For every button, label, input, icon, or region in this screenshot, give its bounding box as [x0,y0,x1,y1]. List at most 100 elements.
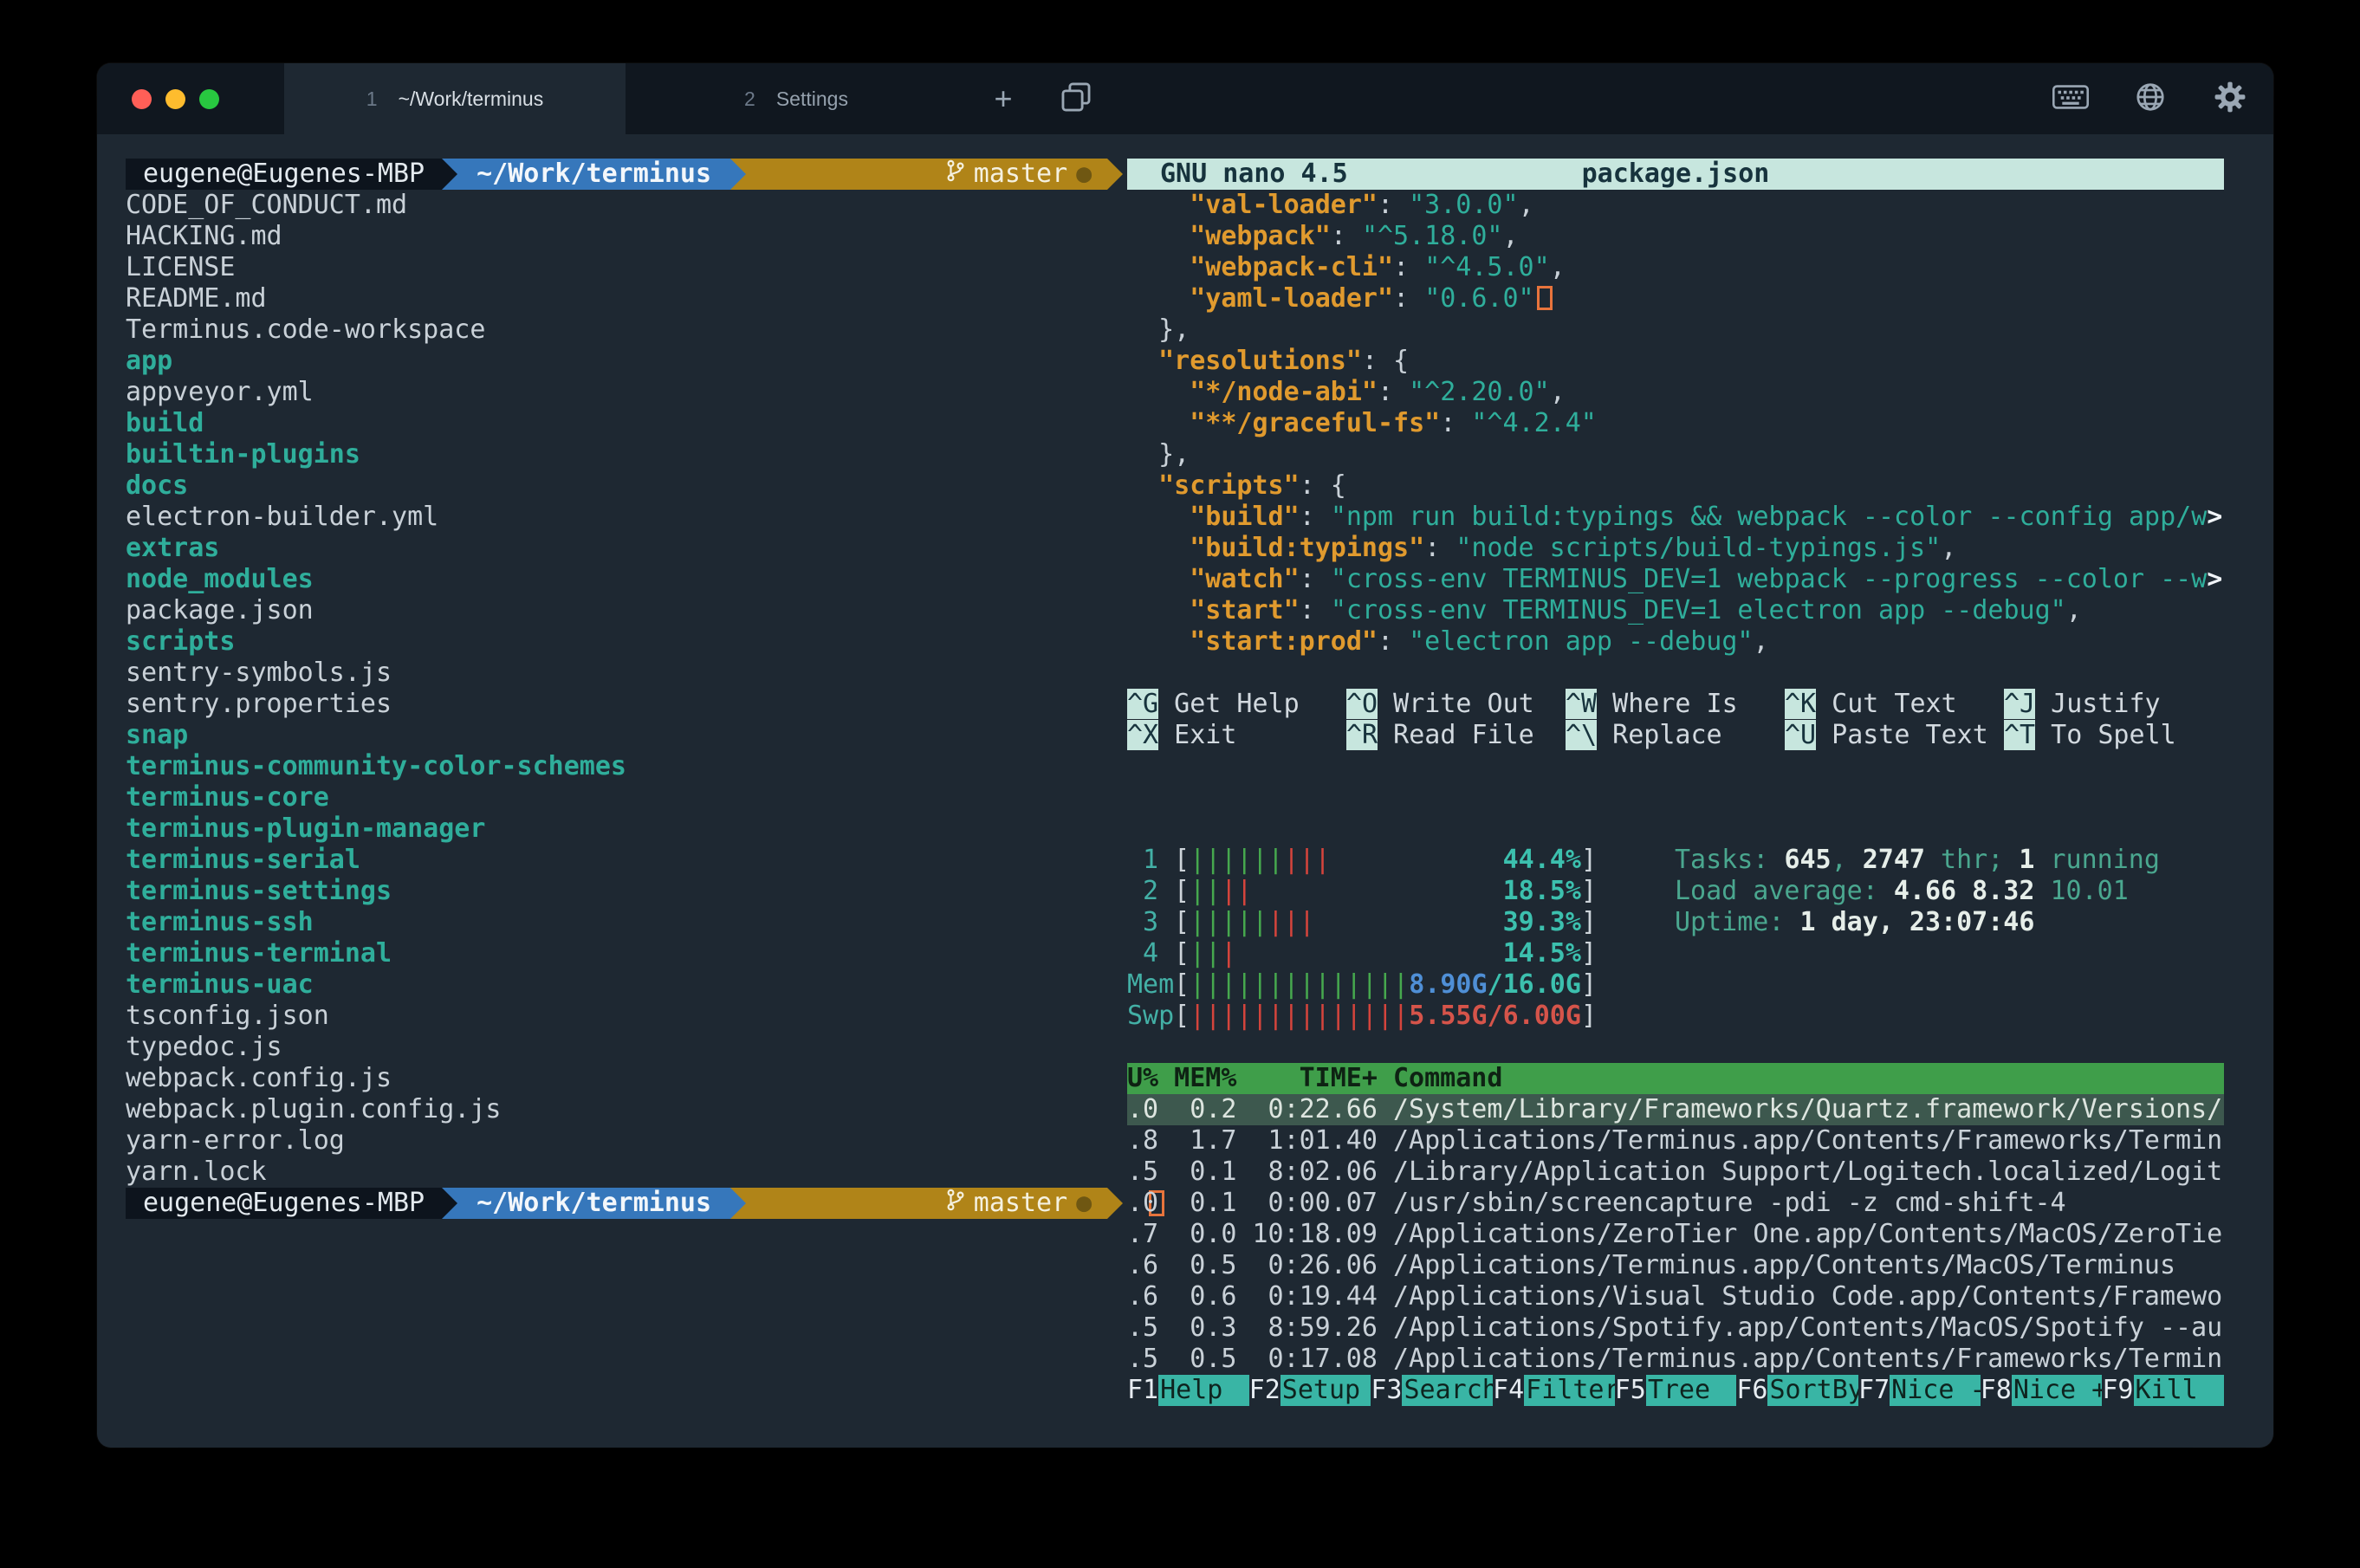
file-listing: CODE_OF_CONDUCT.mdHACKING.mdLICENSEREADM… [126,190,1093,1188]
process-row[interactable]: .00.20:22.66/System/Library/Frameworks/Q… [1127,1094,2224,1125]
process-row[interactable]: .60.60:19.44/Applications/Visual Studio … [1127,1281,2224,1312]
settings-button[interactable] [2190,63,2270,134]
new-tab-button[interactable]: + [967,63,1040,134]
nano-shortcut: ^K Cut Text [1785,689,2004,720]
fkey[interactable]: F6SortBy [1736,1375,1858,1406]
htop-fkeys: F1HelpF2SetupF3SearchF4FilterF5TreeF6Sor… [1127,1375,2224,1406]
fkey[interactable]: F1Help [1127,1375,1249,1406]
nano-shortcut: ^G Get Help [1127,689,1346,720]
nano-text-segment: "**/graceful-fs" [1190,408,1440,438]
minimize-button[interactable] [165,89,185,109]
htop-table-header[interactable]: U%MEM%TIME+Command [1127,1063,2224,1094]
fkey[interactable]: F9Kill [2102,1375,2224,1406]
nano-text-segment: "^4.2.4" [1471,408,1597,438]
nano-text-segment: : [1300,564,1331,594]
nano-text-segment: : { [1362,346,1409,376]
nano-text-segment: "npm run build:typings && webpack --colo… [1331,502,2207,532]
nano-text-segment: : { [1300,470,1346,501]
nano-text-segment [1127,346,1158,376]
file-entry: tsconfig.json [126,1001,1093,1032]
nano-shortcut: ^T To Spell [2004,720,2223,751]
directory-entry: builtin-plugins [126,439,1093,470]
shortcut-key: ^W [1566,689,1597,719]
shortcut-key: ^X [1127,720,1158,750]
close-button[interactable] [132,89,152,109]
titlebar-drag-region[interactable] [1112,63,2031,134]
shortcut-key: ^\ [1566,720,1597,750]
nano-text-segment: , [1550,252,1566,282]
tab-settings[interactable]: 2 Settings [626,63,967,134]
nano-text-segment: : [1393,283,1424,314]
nano-line: "**/graceful-fs": "^4.2.4" [1127,408,2224,439]
meter-bar: |||| [1190,876,1503,907]
nano-text-segment: }, [1127,314,1190,345]
column-header: U% [1127,1063,1158,1094]
directory-entry: terminus-plugin-manager [126,813,1093,845]
nano-line: "val-loader": "3.0.0", [1127,190,2224,221]
nano-text-segment: > [2207,564,2222,594]
process-row[interactable]: .50.18:02.06/Library/Application Support… [1127,1157,2224,1188]
meter-label: Swp [1127,1001,1174,1032]
fkey[interactable]: F4Filter [1493,1375,1615,1406]
meter-label: 3 [1127,907,1174,938]
prompt-line: eugene@Eugenes-MBP ~/Work/terminus maste… [126,159,1093,190]
nano-text-segment [1127,408,1190,438]
process-row[interactable]: .60.50:26.06/Applications/Terminus.app/C… [1127,1250,2224,1281]
nano-text-segment: : [1331,221,1362,251]
process-row[interactable]: .50.38:59.26/Applications/Spotify.app/Co… [1127,1312,2224,1344]
shortcut-key: ^O [1346,689,1378,719]
process-row[interactable]: .50.50:17.08/Applications/Terminus.app/C… [1127,1344,2224,1375]
cpu-meter: 4[|||14.5%] [1127,938,1597,969]
nano-text-segment: "^5.18.0" [1362,221,1503,251]
powerline-arrow [730,1188,746,1219]
meter-bar: ||||||||| [1190,845,1503,876]
nano-text-segment: "cross-env TERMINUS_DEV=1 webpack --prog… [1331,564,2207,594]
nano-line: "build": "npm run build:typings && webpa… [1127,502,2224,533]
nano-text-segment: "watch" [1190,564,1299,594]
htop-process-rows: .00.20:22.66/System/Library/Frameworks/Q… [1127,1094,2224,1375]
nano-line: }, [1127,314,2224,346]
nano-text-segment: , [1503,221,1519,251]
cpu-meter: 2[||||18.5%] [1127,876,1597,907]
fkey[interactable]: F3Search [1371,1375,1493,1406]
fkey[interactable]: F8Nice + [1981,1375,2103,1406]
nano-shortcut: ^R Read File [1346,720,1566,751]
nano-text-segment: "^4.5.0" [1424,252,1550,282]
split-pane-button[interactable] [1040,63,1112,134]
htop-stat-line: Load average: 4.66 8.32 10.01 [1675,876,2160,907]
nano-text-segment [1127,533,1190,563]
zoom-button[interactable] [199,89,219,109]
fkey[interactable]: F7Nice - [1858,1375,1981,1406]
file-entry: webpack.plugin.config.js [126,1094,1093,1125]
branch-name: master [974,1188,1067,1219]
nano-line: "start": "cross-env TERMINUS_DEV=1 elect… [1127,595,2224,626]
file-entry: sentry-symbols.js [126,658,1093,689]
shortcut-label: Write Out [1378,689,1534,719]
nano-titlebar: GNU nano 4.5 package.json [1127,159,2224,190]
meter-bar: |||||||||||||| [1190,969,1409,1001]
fkey[interactable]: F5Tree [1615,1375,1737,1406]
directory-entry: build [126,408,1093,439]
directory-entry: terminus-core [126,782,1093,813]
htop-pane[interactable]: 1[|||||||||44.4%]2[||||18.5%]3[||||||||3… [1127,845,2224,1406]
prompt-user-host: eugene@Eugenes-MBP [126,1188,442,1219]
cpu-meter: Mem[||||||||||||||8.90G/16.0G] [1127,969,1597,1001]
dirty-indicator: ● [1076,1188,1092,1219]
nano-text-segment: : [1424,533,1456,563]
shortcut-key: ^G [1127,689,1158,719]
process-row[interactable]: .70.010:18.09/Applications/ZeroTier One.… [1127,1219,2224,1250]
terminal-pane-right: GNU nano 4.5 package.json "val-loader": … [1127,159,2224,1406]
titlebar[interactable]: 1 ~/Work/terminus 2 Settings + [97,63,2273,134]
globe-icon [2134,81,2167,118]
web-button[interactable] [2110,63,2190,134]
terminal-pane-left[interactable]: eugene@Eugenes-MBP ~/Work/terminus maste… [126,159,1093,1219]
fkey[interactable]: F2Setup [1249,1375,1371,1406]
nano-line: "yaml-loader": "0.6.0" [1127,283,2224,314]
tab-work-terminus[interactable]: 1 ~/Work/terminus [284,63,626,134]
nano-pane[interactable]: GNU nano 4.5 package.json "val-loader": … [1127,159,2224,751]
process-row[interactable]: .00.10:00.07/usr/sbin/screencapture -pdi… [1127,1188,2224,1219]
keyboard-shortcuts-button[interactable] [2031,63,2110,134]
nano-text-segment: "webpack-cli" [1190,252,1393,282]
process-row[interactable]: .81.71:01.40/Applications/Terminus.app/C… [1127,1125,2224,1157]
prompt-cwd: ~/Work/terminus [457,159,730,190]
